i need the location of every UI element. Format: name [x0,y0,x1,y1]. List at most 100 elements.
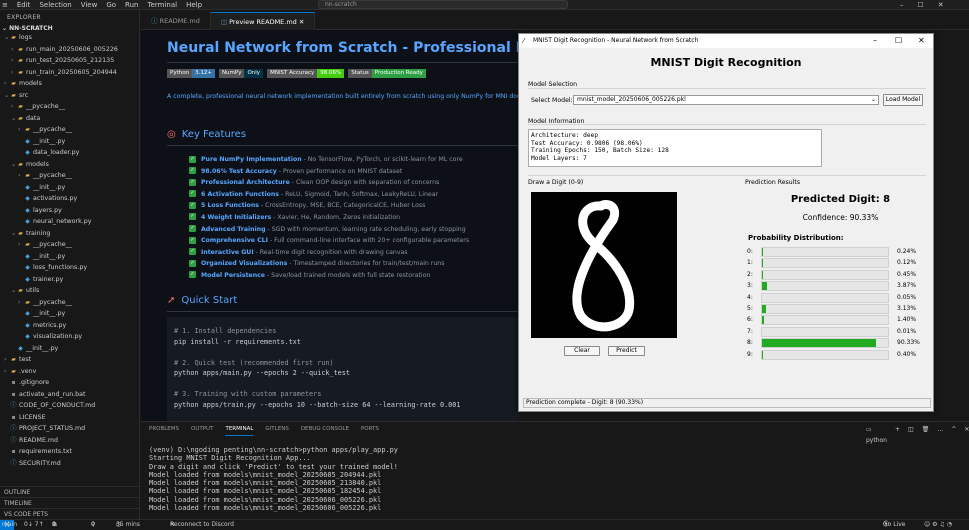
tree-item[interactable]: ◆ metrics.py [0,320,140,332]
section-vs-code-pets[interactable]: VS CODE PETS [0,508,140,519]
markdown-file-icon: ⓘ [10,425,17,432]
tree-item[interactable]: › ▰ run_main_20250606_005226 [0,44,140,56]
tree-item[interactable]: ⌄ ▰ data [0,113,140,125]
badge: MNIST Accuracy 98.06% [267,69,345,78]
tree-item-label: __init__.py [26,344,59,352]
menu-item-help[interactable]: Help [186,0,202,10]
split-icon[interactable]: ◫ [908,424,914,446]
tree-item-label: __pycache__ [33,126,72,133]
tree-item[interactable]: › ▰ .venv [0,366,140,378]
tree-item[interactable]: ⓘ CODE_OF_CONDUCT.md [0,400,140,412]
tree-item[interactable]: ⓘ SECURITY.md [0,458,140,470]
clear-button[interactable]: Clear [564,346,600,356]
predict-button[interactable]: Predict [608,346,645,356]
chevron-down-icon: ⌄ [870,96,876,103]
maximize-icon[interactable]: ☐ [918,0,924,10]
command-center-search[interactable]: nn-scratch [318,0,568,9]
tree-item[interactable]: › ▰ run_train_20250605_204944 [0,67,140,79]
drawing-canvas[interactable] [531,192,677,338]
minimize-icon[interactable]: – [873,34,877,48]
tree-item[interactable]: › ▰ __pycache__ [0,170,140,182]
terminal-icon[interactable]: ▭ python [866,424,887,446]
tree-item[interactable]: ⌄ ▰ models [0,159,140,171]
tree-item[interactable]: ⓘ README.md [0,435,140,447]
close-icon[interactable]: ✕ [299,18,304,26]
checkbox-icon: ✓ [189,213,196,221]
feature-name: 5 Loss Functions [201,202,259,210]
probability-track [761,292,889,303]
load-model-button[interactable]: Load Model [883,94,923,106]
tree-item[interactable]: ◆ data_loader.py [0,147,140,159]
tree-item[interactable]: ◆ __init__.py [0,182,140,194]
model-select[interactable]: mnist_model_20250606_005226.pkl ⌄ [573,95,879,105]
probability-track [761,258,889,269]
menu-item-terminal[interactable]: Terminal [147,0,177,10]
section-timeline[interactable]: TIMELINE [0,497,140,508]
tree-item[interactable]: ◆ __init__.py [0,136,140,148]
panel-tab-terminal[interactable]: TERMINAL [225,424,254,436]
app-heading: MNIST Digit Recognition [650,56,802,69]
maximize-panel-icon[interactable]: ^ [951,424,956,446]
tree-item[interactable]: ▪ activate_and_run.bat [0,389,140,401]
minimize-icon[interactable]: – [900,0,904,10]
tree-item[interactable]: ⌄ ▰ utils [0,285,140,297]
more-icon[interactable]: … [937,424,943,446]
panel-tab-output[interactable]: OUTPUT [191,424,213,436]
sync-status[interactable]: 0↓ 7↑ [24,520,44,530]
tree-item[interactable]: ▪ LICENSE [0,412,140,424]
tree-item[interactable]: › ▰ __pycache__ [0,101,140,113]
checkbox-icon: ✓ [189,201,196,209]
menu-item-edit[interactable]: Edit [17,0,31,10]
terminal-output[interactable]: (venv) D:\ngoding penting\nn-scratch>pyt… [149,446,398,512]
tree-item[interactable]: › ▰ run_test_20250605_212135 [0,55,140,67]
tree-item[interactable]: ◆ __init__.py [0,251,140,263]
divider [528,175,926,176]
folder-icon: ▰ [25,126,30,133]
menu-item-selection[interactable]: Selection [39,0,71,10]
add-terminal-icon[interactable]: + [895,424,900,446]
tree-item[interactable]: ◆ __init__.py [0,343,140,355]
tree-item[interactable]: ◆ layers.py [0,205,140,217]
tree-item[interactable]: › ▰ models [0,78,140,90]
close-icon[interactable]: ✕ [964,424,969,446]
tree-item[interactable]: ◆ visualization.py [0,331,140,343]
close-icon[interactable]: ✕ [938,0,944,10]
tree-item-label: test [19,356,32,363]
panel-tab-ports[interactable]: PORTS [361,424,379,436]
panel-tab-gitlens[interactable]: GITLENS [265,424,288,436]
tree-item[interactable]: › ▰ __pycache__ [0,124,140,136]
panel-tab-debug-console[interactable]: DEBUG CONSOLE [301,424,349,436]
tree-item[interactable]: › ▰ __pycache__ [0,239,140,251]
menu-item-go[interactable]: Go [106,0,116,10]
tree-item[interactable]: ◆ __init__.py [0,308,140,320]
shell-label: python [866,437,887,444]
menu-item-run[interactable]: Run [125,0,138,10]
trash-icon[interactable]: 🗑 [922,424,930,446]
window-controls: – ☐ ✕ [900,0,944,10]
tree-item[interactable]: ⌄ ▰ training [0,228,140,240]
tree-item[interactable]: ▪ .gitignore [0,377,140,389]
feature-name: Comprehensive CLI [201,237,268,245]
file-icon: ▪ [11,448,16,455]
tree-item[interactable]: ◆ neural_network.py [0,216,140,228]
digit-label: 6: [747,316,753,324]
probability-track [761,338,889,349]
tree-item[interactable]: › ▰ __pycache__ [0,297,140,309]
close-icon[interactable]: ✕ [918,34,925,48]
tree-item[interactable]: ▪ requirements.txt [0,446,140,458]
tree-item[interactable]: ⌄ ▰ logs [0,32,140,44]
tree-item[interactable]: › ▰ test [0,354,140,366]
tab-readme[interactable]: ⓘ README.md [141,12,211,30]
tab-preview-readme[interactable]: ◫ Preview README.md ✕ [210,12,316,30]
maximize-icon[interactable]: ☐ [895,34,902,48]
tree-item[interactable]: ◆ loss_functions.py [0,262,140,274]
tree-item[interactable]: ⌄ ▰ src [0,90,140,102]
menu-item-view[interactable]: View [81,0,98,10]
panel-tab-problems[interactable]: PROBLEMS [149,424,179,436]
section-outline[interactable]: OUTLINE [0,486,140,497]
menu-icon[interactable]: ≡ [2,0,8,10]
tree-item[interactable]: ◆ trainer.py [0,274,140,286]
tree-item[interactable]: ◆ activations.py [0,193,140,205]
tree-item-label: README.md [19,436,59,444]
tree-item[interactable]: ⓘ PROJECT_STATUS.md [0,423,140,435]
